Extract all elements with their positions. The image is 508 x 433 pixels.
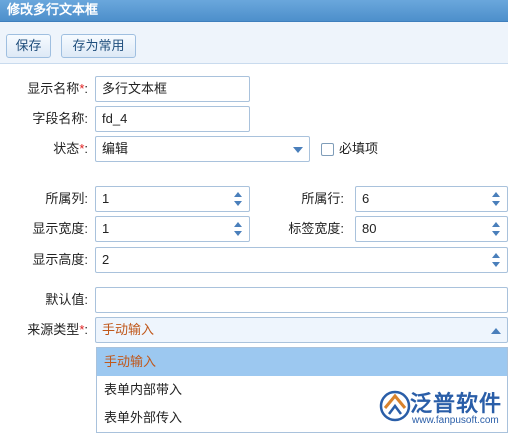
required-checkbox-label: 必填项 [339,141,379,156]
column-value: 1 [102,191,110,206]
chevron-down-icon[interactable] [293,147,303,153]
source-type-label: 来源类型*: [8,322,88,338]
label-colon: : [84,81,88,96]
display-name-label-text: 显示名称 [27,81,80,96]
status-label: 状态*: [8,141,88,157]
brand-logo-icon [379,390,411,422]
source-type-label-text: 来源类型 [27,322,80,337]
brand-url: www.fanpusoft.com [412,415,499,426]
brand-watermark: 泛普软件 www.fanpusoft.com [376,382,508,433]
row-label: 所属行: [301,191,344,206]
display-name-input[interactable]: 多行文本框 [95,76,250,102]
spinner-icon[interactable] [233,219,243,239]
chevron-up-icon[interactable] [491,328,501,334]
label-width-stepper[interactable]: 80 [355,216,508,242]
brand-name: 泛普软件 [410,391,503,416]
window-title: 修改多行文本框 [0,0,508,22]
default-value-input[interactable] [95,287,508,313]
status-select[interactable]: 编辑 [95,136,310,162]
toolbar: 保存 存为常用 [0,22,508,64]
status-select-value: 编辑 [102,141,129,156]
label-colon: : [84,322,88,337]
field-name-input[interactable]: fd_4 [95,106,250,132]
column-stepper[interactable]: 1 [95,186,250,212]
label-width-label: 标签宽度: [288,221,344,236]
display-height-label: 显示高度: [32,252,88,267]
save-button[interactable]: 保存 [6,34,51,58]
display-height-value: 2 [102,252,110,267]
display-width-value: 1 [102,221,110,236]
row-value: 6 [362,191,370,206]
default-value-label: 默认值: [45,292,88,307]
source-type-select-value: 手动输入 [102,322,155,337]
spinner-icon[interactable] [491,219,501,239]
label-colon: : [84,141,88,156]
display-width-stepper[interactable]: 1 [95,216,250,242]
status-label-text: 状态 [53,141,80,156]
column-label: 所属列: [45,191,88,206]
display-width-label: 显示宽度: [32,221,88,236]
display-height-stepper[interactable]: 2 [95,247,508,273]
save-as-common-button[interactable]: 存为常用 [61,34,136,58]
spinner-icon[interactable] [491,189,501,209]
required-checkbox[interactable] [321,143,334,156]
display-name-label: 显示名称*: [8,81,88,97]
spinner-icon[interactable] [491,250,501,270]
source-type-select[interactable]: 手动输入 [95,317,508,343]
row-stepper[interactable]: 6 [355,186,508,212]
dropdown-option[interactable]: 手动输入 [97,348,507,376]
spinner-icon[interactable] [233,189,243,209]
field-name-label: 字段名称: [32,111,88,126]
label-width-value: 80 [362,221,377,236]
